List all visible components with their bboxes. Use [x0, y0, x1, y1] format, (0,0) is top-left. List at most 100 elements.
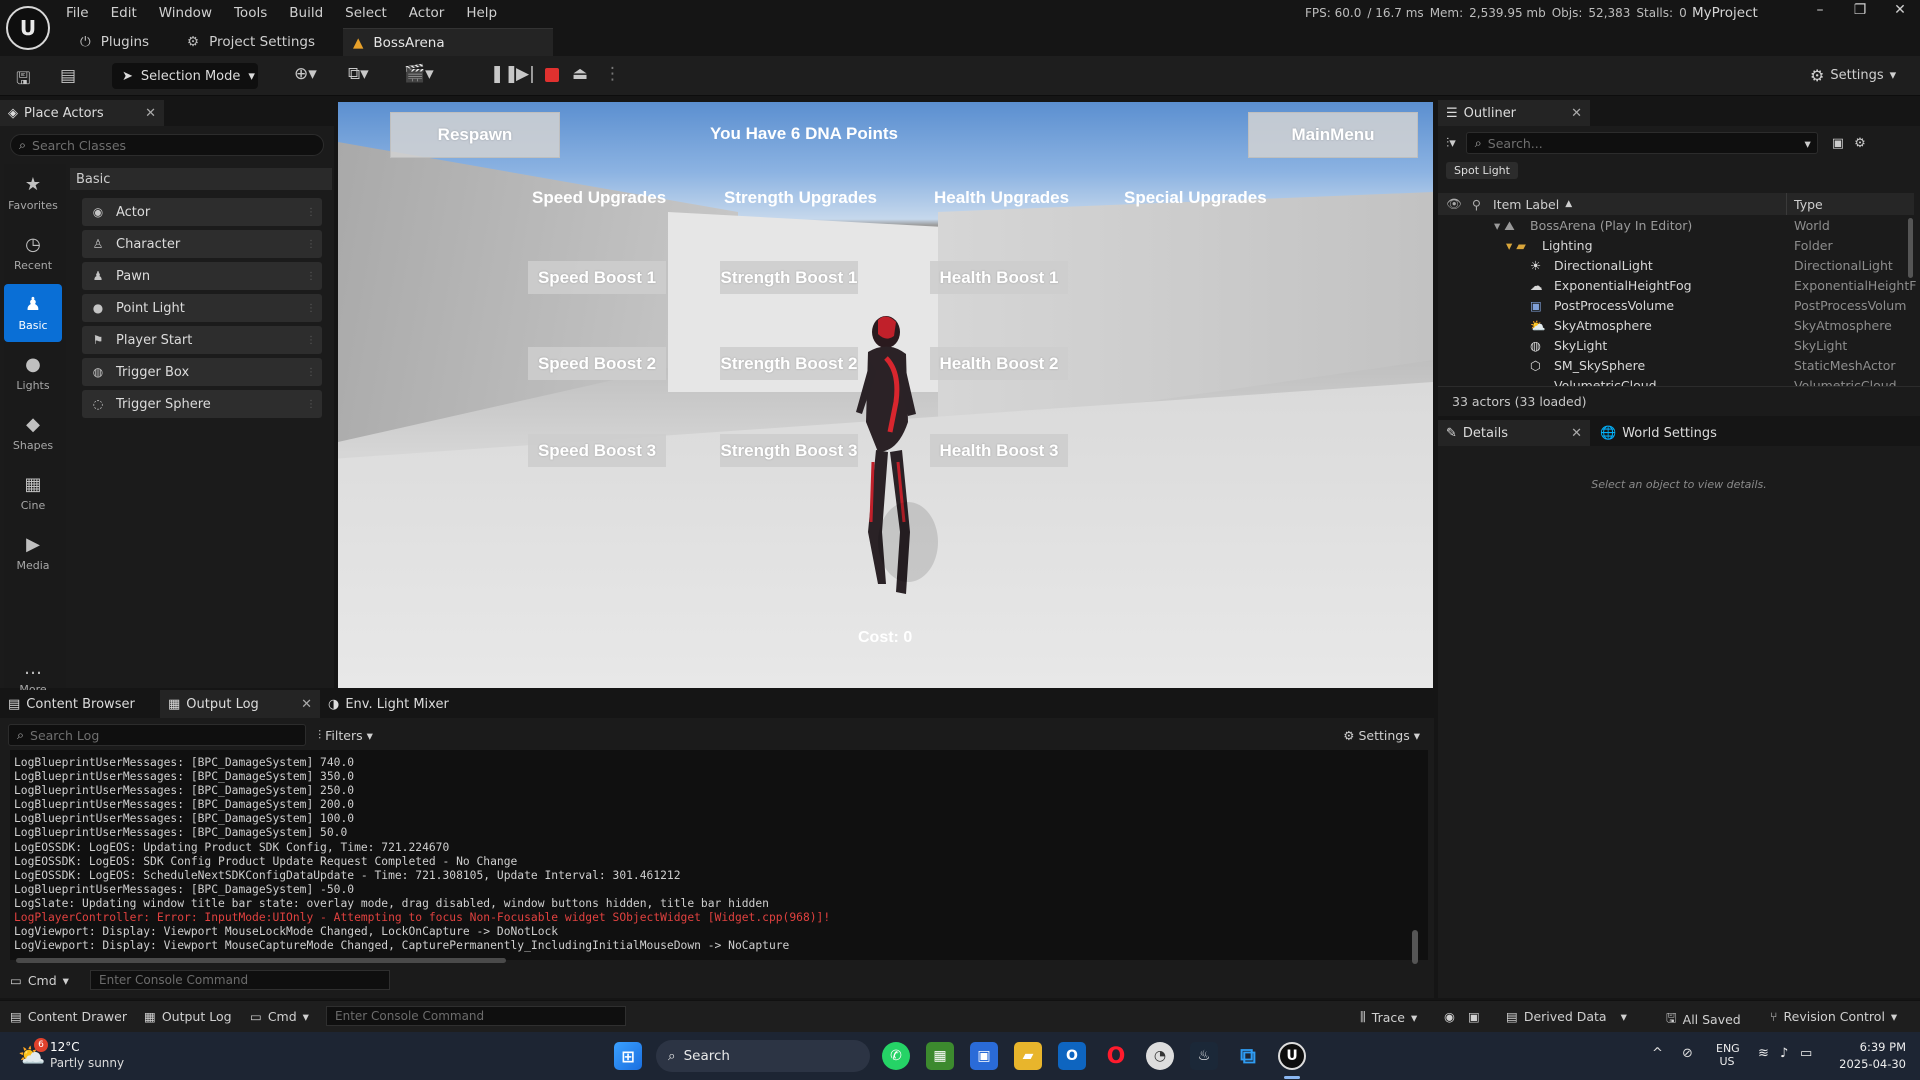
outliner-row-sky-light[interactable]: ◍ SkyLight SkyLight — [1438, 336, 1914, 356]
pin-icon[interactable]: ⚲ — [1472, 197, 1481, 212]
actor-item-point-light[interactable]: ● Point Light ⋮ — [82, 294, 322, 322]
tab-world-settings[interactable]: 🌐 World Settings — [1592, 420, 1752, 446]
tab-content-browser[interactable]: ▤ Content Browser — [0, 690, 160, 718]
strength-boost-2-button[interactable]: Strength Boost 2 — [720, 347, 858, 380]
outliner-row-sky-atmosphere[interactable]: ⛅ SkyAtmosphere SkyAtmosphere — [1438, 316, 1914, 336]
record-icon[interactable]: ◉ — [1444, 1009, 1455, 1024]
close-icon[interactable]: ✕ — [145, 106, 156, 121]
add-actor-icon[interactable]: ⊕▾ — [294, 64, 317, 84]
cmd-dropdown[interactable]: ▭ Cmd ▾ — [10, 973, 86, 988]
file-explorer-icon[interactable]: ▰ — [1014, 1042, 1042, 1070]
outlook-icon[interactable]: O — [1058, 1042, 1086, 1070]
store-icon[interactable]: ▣ — [970, 1042, 998, 1070]
all-saved-button[interactable]: 🖫 All Saved — [1666, 1009, 1741, 1030]
outliner-row-post-process[interactable]: ▣ PostProcessVolume PostProcessVolum — [1438, 296, 1914, 316]
category-lights[interactable]: ● Lights — [4, 344, 62, 402]
add-folder-icon[interactable]: ▣ — [1832, 136, 1844, 151]
tab-env-light-mixer[interactable]: ◑ Env. Light Mixer — [320, 690, 480, 718]
language-indicator[interactable]: ENG US — [1716, 1042, 1740, 1068]
tab-details[interactable]: ✎ Details ✕ — [1438, 420, 1590, 446]
pause-icon[interactable]: ❚❚ — [490, 64, 519, 84]
output-log-button[interactable]: ▦ Output Log — [144, 1009, 232, 1024]
outliner-search-input[interactable]: ⌕ Search... ▾ — [1465, 132, 1818, 154]
category-shapes[interactable]: ◆ Shapes — [4, 404, 62, 462]
weather-widget[interactable]: ⛅ 6 — [18, 1038, 48, 1069]
derived-data-button[interactable]: ▤ Derived Data ▾ — [1506, 1009, 1627, 1024]
selection-mode-dropdown[interactable]: ➤ Selection Mode ▾ — [112, 63, 258, 89]
log-v-scrollbar[interactable] — [1412, 930, 1418, 964]
speed-boost-2-button[interactable]: Speed Boost 2 — [528, 347, 666, 380]
eye-icon[interactable]: 👁 — [1446, 196, 1462, 212]
filter-icon[interactable]: ⫶▾ — [1446, 136, 1456, 151]
category-cine[interactable]: ▦ Cine — [4, 464, 62, 522]
health-boost-3-button[interactable]: Health Boost 3 — [930, 434, 1068, 467]
game-viewport[interactable]: Respawn You Have 6 DNA Points MainMenu S… — [338, 102, 1433, 688]
status-cmd-dropdown[interactable]: ▭ Cmd ▾ — [250, 1009, 309, 1024]
health-boost-2-button[interactable]: Health Boost 2 — [930, 347, 1068, 380]
more-options-icon[interactable]: ⋮ — [604, 64, 621, 84]
console-command-input[interactable]: Enter Console Command — [90, 970, 390, 990]
cinematics-icon[interactable]: 🎬▾ — [404, 64, 434, 84]
outliner-row-lighting[interactable]: ▾ ▰ Lighting Folder — [1438, 236, 1914, 256]
output-log[interactable]: LogBlueprintUserMessages: [BPC_DamageSys… — [10, 750, 1428, 964]
outliner-scrollbar[interactable] — [1908, 218, 1913, 278]
content-drawer-button[interactable]: ▤ Content Drawer — [10, 1009, 127, 1024]
main-menu-button[interactable]: MainMenu — [1248, 112, 1418, 158]
respawn-button[interactable]: Respawn — [390, 112, 560, 158]
speed-boost-1-button[interactable]: Speed Boost 1 — [528, 261, 666, 294]
menu-help[interactable]: Help — [466, 5, 497, 21]
search-classes-input[interactable]: ⌕ Search Classes — [10, 134, 324, 156]
restore-icon[interactable]: ❐ — [1840, 2, 1880, 18]
settings-button[interactable]: ⚙ Settings ▾ — [1810, 66, 1896, 85]
col-item-label[interactable]: Item Label — [1493, 197, 1559, 212]
actor-item-character[interactable]: ♙ Character ⋮ — [82, 230, 322, 258]
actor-item-actor[interactable]: ◉ Actor ⋮ — [82, 198, 322, 226]
vscode-icon[interactable]: ⧉ — [1234, 1042, 1262, 1070]
github-desktop-icon[interactable]: ◔ — [1146, 1042, 1174, 1070]
windows-start-icon[interactable]: ⊞ — [614, 1042, 642, 1070]
outliner-row-volumetric-cloud[interactable]: VolumetricCloud VolumetricCloud — [1438, 376, 1914, 386]
outliner-row-directional-light[interactable]: ☀ DirectionalLight DirectionalLight — [1438, 256, 1914, 276]
category-basic[interactable]: ♟ Basic — [4, 284, 62, 342]
log-h-scrollbar[interactable] — [16, 958, 506, 963]
actor-item-trigger-sphere[interactable]: ◌ Trigger Sphere ⋮ — [82, 390, 322, 418]
category-recent[interactable]: ◷ Recent — [4, 224, 62, 282]
close-icon[interactable]: ✕ — [301, 697, 312, 712]
opera-icon[interactable]: O — [1102, 1042, 1130, 1070]
menu-build[interactable]: Build — [289, 5, 323, 21]
tab-output-log[interactable]: ▦ Output Log ✕ — [160, 690, 320, 718]
strength-boost-1-button[interactable]: Strength Boost 1 — [720, 261, 858, 294]
menu-tools[interactable]: Tools — [234, 5, 267, 21]
gear-icon[interactable]: ⚙ — [1854, 136, 1866, 151]
outliner-row-sky-sphere[interactable]: ⬡ SM_SkySphere StaticMeshActor — [1438, 356, 1914, 376]
content-browse-icon[interactable]: ▤ — [60, 66, 76, 86]
close-icon[interactable]: ✕ — [1880, 2, 1920, 18]
tab-project-settings[interactable]: ⚙ Project Settings — [177, 28, 325, 56]
whatsapp-icon[interactable]: ✆ — [882, 1042, 910, 1070]
revision-control-button[interactable]: ⑂ Revision Control ▾ — [1770, 1009, 1897, 1024]
outliner-row-world[interactable]: ▾ ⛰ BossArena (Play In Editor) World — [1438, 216, 1914, 236]
wifi-icon[interactable]: ≋ — [1758, 1046, 1769, 1061]
speed-boost-3-button[interactable]: Speed Boost 3 — [528, 434, 666, 467]
health-boost-1-button[interactable]: Health Boost 1 — [930, 261, 1068, 294]
category-favorites[interactable]: ★ Favorites — [4, 164, 62, 222]
close-icon[interactable]: ✕ — [1571, 426, 1582, 441]
minimize-icon[interactable]: – — [1800, 2, 1840, 18]
steam-icon[interactable]: ♨ — [1190, 1042, 1218, 1070]
log-settings-button[interactable]: ⚙ Settings ▾ — [1343, 728, 1420, 743]
search-log-input[interactable]: ⌕ Search Log — [8, 724, 306, 746]
save-icon[interactable]: 🖫 — [16, 66, 30, 95]
tray-chevron-up-icon[interactable]: ^ — [1652, 1046, 1663, 1061]
menu-select[interactable]: Select — [345, 5, 387, 21]
actor-item-player-start[interactable]: ⚑ Player Start ⋮ — [82, 326, 322, 354]
category-media[interactable]: ▶ Media — [4, 524, 62, 582]
volume-icon[interactable]: ♪ — [1780, 1046, 1788, 1061]
network-off-icon[interactable]: ⊘ — [1682, 1046, 1693, 1061]
filter-chip-spot-light[interactable]: Spot Light — [1446, 162, 1518, 179]
unreal-engine-icon[interactable]: U — [1278, 1042, 1306, 1070]
tab-plugins[interactable]: ⏻ Plugins — [70, 28, 159, 56]
minecraft-icon[interactable]: ▦ — [926, 1042, 954, 1070]
col-type[interactable]: Type — [1794, 197, 1823, 212]
tab-place-actors[interactable]: ◈ Place Actors ✕ — [0, 100, 164, 126]
trace-button[interactable]: ⫼ Trace ▾ — [1360, 1009, 1417, 1025]
